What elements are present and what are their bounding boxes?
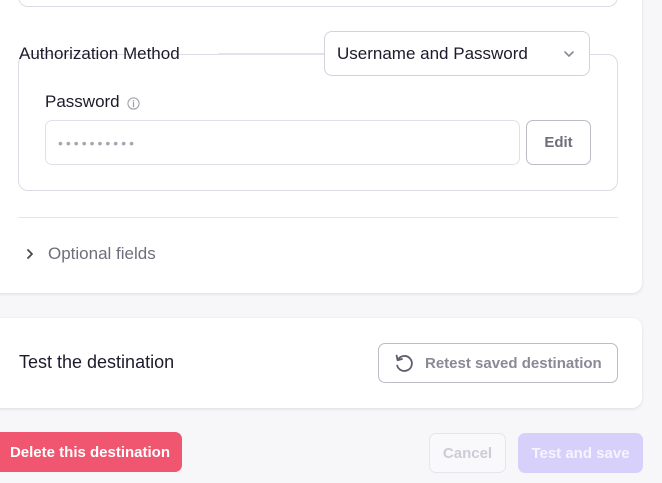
test-and-save-button[interactable]: Test and save bbox=[518, 433, 643, 473]
retest-destination-label: Retest saved destination bbox=[425, 354, 602, 372]
auth-method-selected-value: Username and Password bbox=[337, 43, 528, 63]
auth-method-select[interactable]: Username and Password bbox=[324, 31, 590, 76]
test-destination-title: Test the destination bbox=[19, 352, 175, 372]
chevron-right-icon bbox=[24, 247, 36, 261]
optional-fields-toggle[interactable]: Optional fields bbox=[24, 244, 156, 264]
section-divider bbox=[18, 217, 618, 218]
previous-field-box bbox=[18, 0, 618, 7]
chevron-down-icon bbox=[561, 46, 577, 62]
info-icon[interactable] bbox=[127, 96, 140, 110]
auth-method-connector-line bbox=[218, 53, 324, 55]
password-field-label: Password bbox=[45, 92, 140, 112]
retest-destination-button[interactable]: Retest saved destination bbox=[378, 343, 618, 383]
edit-password-button[interactable]: Edit bbox=[526, 120, 591, 165]
password-label-text: Password bbox=[45, 92, 120, 111]
password-input[interactable] bbox=[45, 120, 520, 165]
optional-fields-label: Optional fields bbox=[48, 244, 156, 263]
delete-destination-button[interactable]: Delete this destination bbox=[0, 432, 182, 472]
auth-method-label: Authorization Method bbox=[19, 44, 180, 63]
refresh-icon bbox=[393, 352, 415, 374]
cancel-button[interactable]: Cancel bbox=[429, 433, 506, 473]
